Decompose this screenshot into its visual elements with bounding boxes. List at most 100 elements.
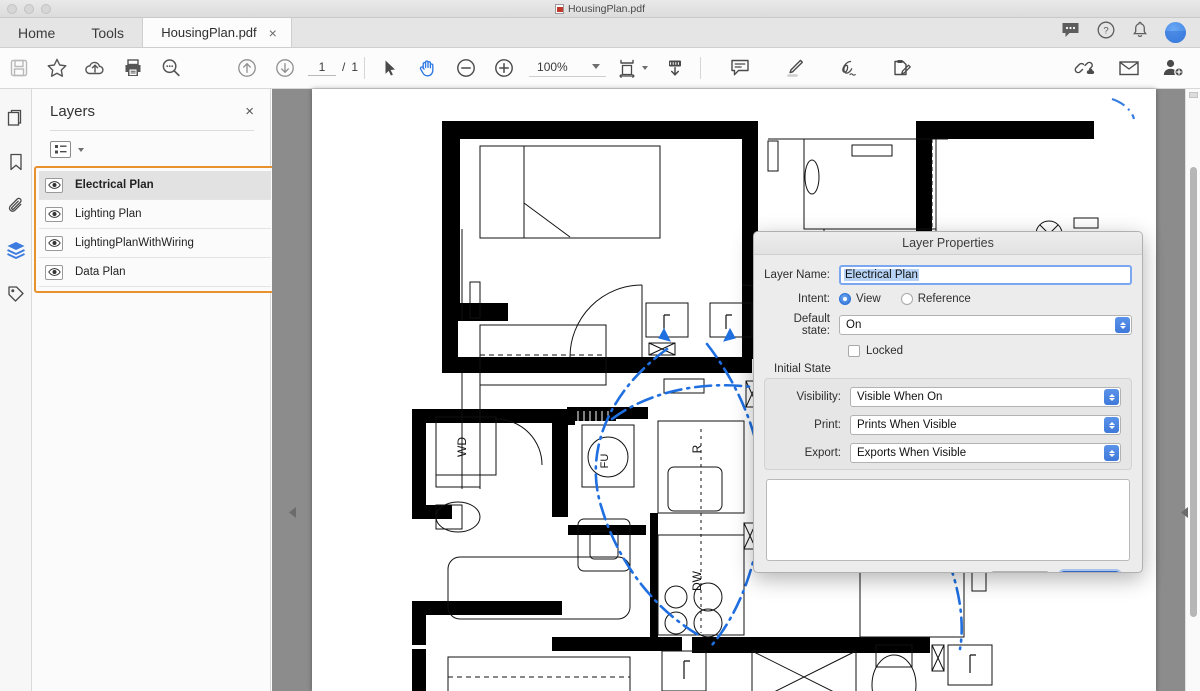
pdf-reader-window: HousingPlan.pdf Home Tools HousingPlan.p…	[0, 0, 1200, 691]
upload-cloud-icon[interactable]	[76, 48, 114, 89]
print-row: Print: Prints When Visible	[765, 415, 1121, 435]
share-link-icon[interactable]	[1066, 48, 1104, 89]
print-select[interactable]: Prints When Visible	[850, 415, 1121, 435]
radio-unselected-icon	[900, 293, 913, 305]
visibility-select[interactable]: Visible When On	[850, 387, 1121, 407]
vertical-scrollbar[interactable]	[1185, 89, 1200, 691]
zoom-out-icon[interactable]	[447, 48, 485, 89]
cancel-button[interactable]: Cancel	[990, 571, 1050, 572]
tab-bar: Home Tools HousingPlan.pdf × ?	[0, 18, 1200, 48]
dialog-footer: Cancel OK	[764, 571, 1132, 572]
layer-name-input[interactable]: Electrical Plan	[839, 265, 1132, 285]
locked-checkbox[interactable]	[848, 345, 860, 357]
stepper-icon[interactable]	[1104, 445, 1119, 461]
svg-text:R: R	[690, 444, 704, 453]
avatar[interactable]	[1165, 22, 1186, 43]
collapse-left-panel-button[interactable]	[286, 505, 300, 519]
window-titlebar: HousingPlan.pdf	[0, 0, 1200, 18]
zoom-in-icon[interactable]	[485, 48, 523, 89]
notes-textarea[interactable]	[766, 479, 1130, 561]
maximize-window-button[interactable]	[41, 4, 51, 14]
intent-label: Intent:	[798, 293, 830, 305]
window-title: HousingPlan.pdf	[554, 3, 645, 15]
layer-label: Lighting Plan	[75, 208, 142, 220]
cursor-arrow-icon[interactable]	[371, 48, 409, 89]
close-icon[interactable]: ×	[245, 104, 254, 119]
layer-row-data-plan[interactable]: Data Plan	[39, 258, 271, 287]
email-icon[interactable]	[1110, 48, 1148, 89]
layer-row-lightingplanwithwiring[interactable]: LightingPlanWithWiring	[39, 229, 271, 258]
window-controls[interactable]	[7, 4, 51, 14]
arrow-down-circle-icon[interactable]	[266, 48, 304, 89]
scrollbar-thumb[interactable]	[1190, 167, 1197, 617]
export-select[interactable]: Exports When Visible	[850, 443, 1121, 463]
print-label: Print:	[814, 419, 841, 431]
fit-page-chevron-icon[interactable]	[641, 66, 648, 70]
fill-and-sign-icon[interactable]	[883, 48, 921, 89]
eye-icon[interactable]	[45, 206, 63, 222]
save-icon[interactable]	[0, 48, 38, 89]
chevron-down-icon[interactable]	[78, 147, 84, 152]
attachments-icon[interactable]	[3, 193, 29, 219]
layer-label: Data Plan	[75, 266, 126, 278]
page-total: 1	[351, 60, 359, 74]
layer-row-electrical-plan[interactable]: Electrical Plan	[39, 171, 271, 200]
menu-home[interactable]: Home	[0, 18, 73, 47]
eye-icon[interactable]	[45, 264, 63, 280]
highlight-icon[interactable]	[775, 48, 813, 89]
close-icon[interactable]: ×	[269, 26, 277, 40]
eye-icon[interactable]	[45, 177, 63, 193]
tab-bar-right-actions: ?	[1061, 18, 1200, 47]
layers-list-highlight-frame: Electrical Plan Lighting Plan LightingPl…	[34, 166, 284, 293]
navigation-rail	[0, 89, 32, 691]
hand-icon[interactable]	[409, 48, 447, 89]
search-icon[interactable]	[152, 48, 190, 89]
default-state-select[interactable]: On	[839, 315, 1132, 335]
tab-label: HousingPlan.pdf	[161, 25, 257, 40]
star-icon[interactable]	[38, 48, 76, 89]
arrow-up-circle-icon[interactable]	[228, 48, 266, 89]
minimize-window-button[interactable]	[24, 4, 34, 14]
layer-row-security-plan[interactable]: Security Plan	[39, 287, 271, 291]
stepper-icon[interactable]	[1104, 417, 1119, 433]
zoom-level-selector[interactable]: 100%	[529, 60, 606, 77]
fit-page-icon[interactable]	[612, 48, 642, 89]
close-window-button[interactable]	[7, 4, 17, 14]
chat-icon[interactable]	[1061, 22, 1080, 43]
layer-properties-dialog: Layer Properties Layer Name: Electrical …	[753, 231, 1143, 573]
initial-state-group: Visibility: Visible When On Print: Print…	[764, 378, 1132, 470]
stepper-icon[interactable]	[1104, 389, 1119, 405]
tags-icon[interactable]	[3, 281, 29, 307]
page-number-input[interactable]	[308, 60, 336, 76]
svg-text:FU: FU	[599, 454, 611, 469]
menu-tools[interactable]: Tools	[73, 18, 142, 47]
collapse-right-panel-button[interactable]	[1178, 505, 1192, 519]
intent-radio-reference[interactable]: Reference	[900, 293, 971, 305]
layer-name-row: Layer Name: Electrical Plan	[764, 265, 1132, 285]
layer-label: LightingPlanWithWiring	[75, 237, 194, 249]
locked-row[interactable]: Locked	[848, 345, 1132, 357]
pdf-file-icon	[554, 3, 564, 14]
intent-view-label: View	[856, 293, 881, 305]
list-options-icon[interactable]	[50, 141, 71, 158]
tab-housingplan[interactable]: HousingPlan.pdf ×	[142, 18, 293, 47]
page-thumbnails-icon[interactable]	[3, 105, 29, 131]
ok-button[interactable]: OK	[1060, 571, 1120, 572]
locked-label: Locked	[866, 345, 904, 357]
visibility-row: Visibility: Visible When On	[765, 387, 1121, 407]
intent-radio-view[interactable]: View	[839, 293, 881, 305]
layers-icon[interactable]	[3, 237, 29, 263]
comment-icon[interactable]	[721, 48, 759, 89]
visibility-value: Visible When On	[857, 391, 943, 403]
bell-icon[interactable]	[1132, 21, 1148, 44]
chevron-down-icon[interactable]	[591, 64, 600, 69]
add-person-icon[interactable]	[1154, 48, 1192, 89]
stepper-icon[interactable]	[1115, 317, 1130, 333]
eye-icon[interactable]	[45, 235, 63, 251]
bookmarks-icon[interactable]	[3, 149, 29, 175]
print-icon[interactable]	[114, 48, 152, 89]
sign-icon[interactable]	[829, 48, 867, 89]
help-icon[interactable]: ?	[1097, 21, 1115, 44]
scroll-mode-icon[interactable]	[656, 48, 694, 89]
layer-row-lighting-plan[interactable]: Lighting Plan	[39, 200, 271, 229]
